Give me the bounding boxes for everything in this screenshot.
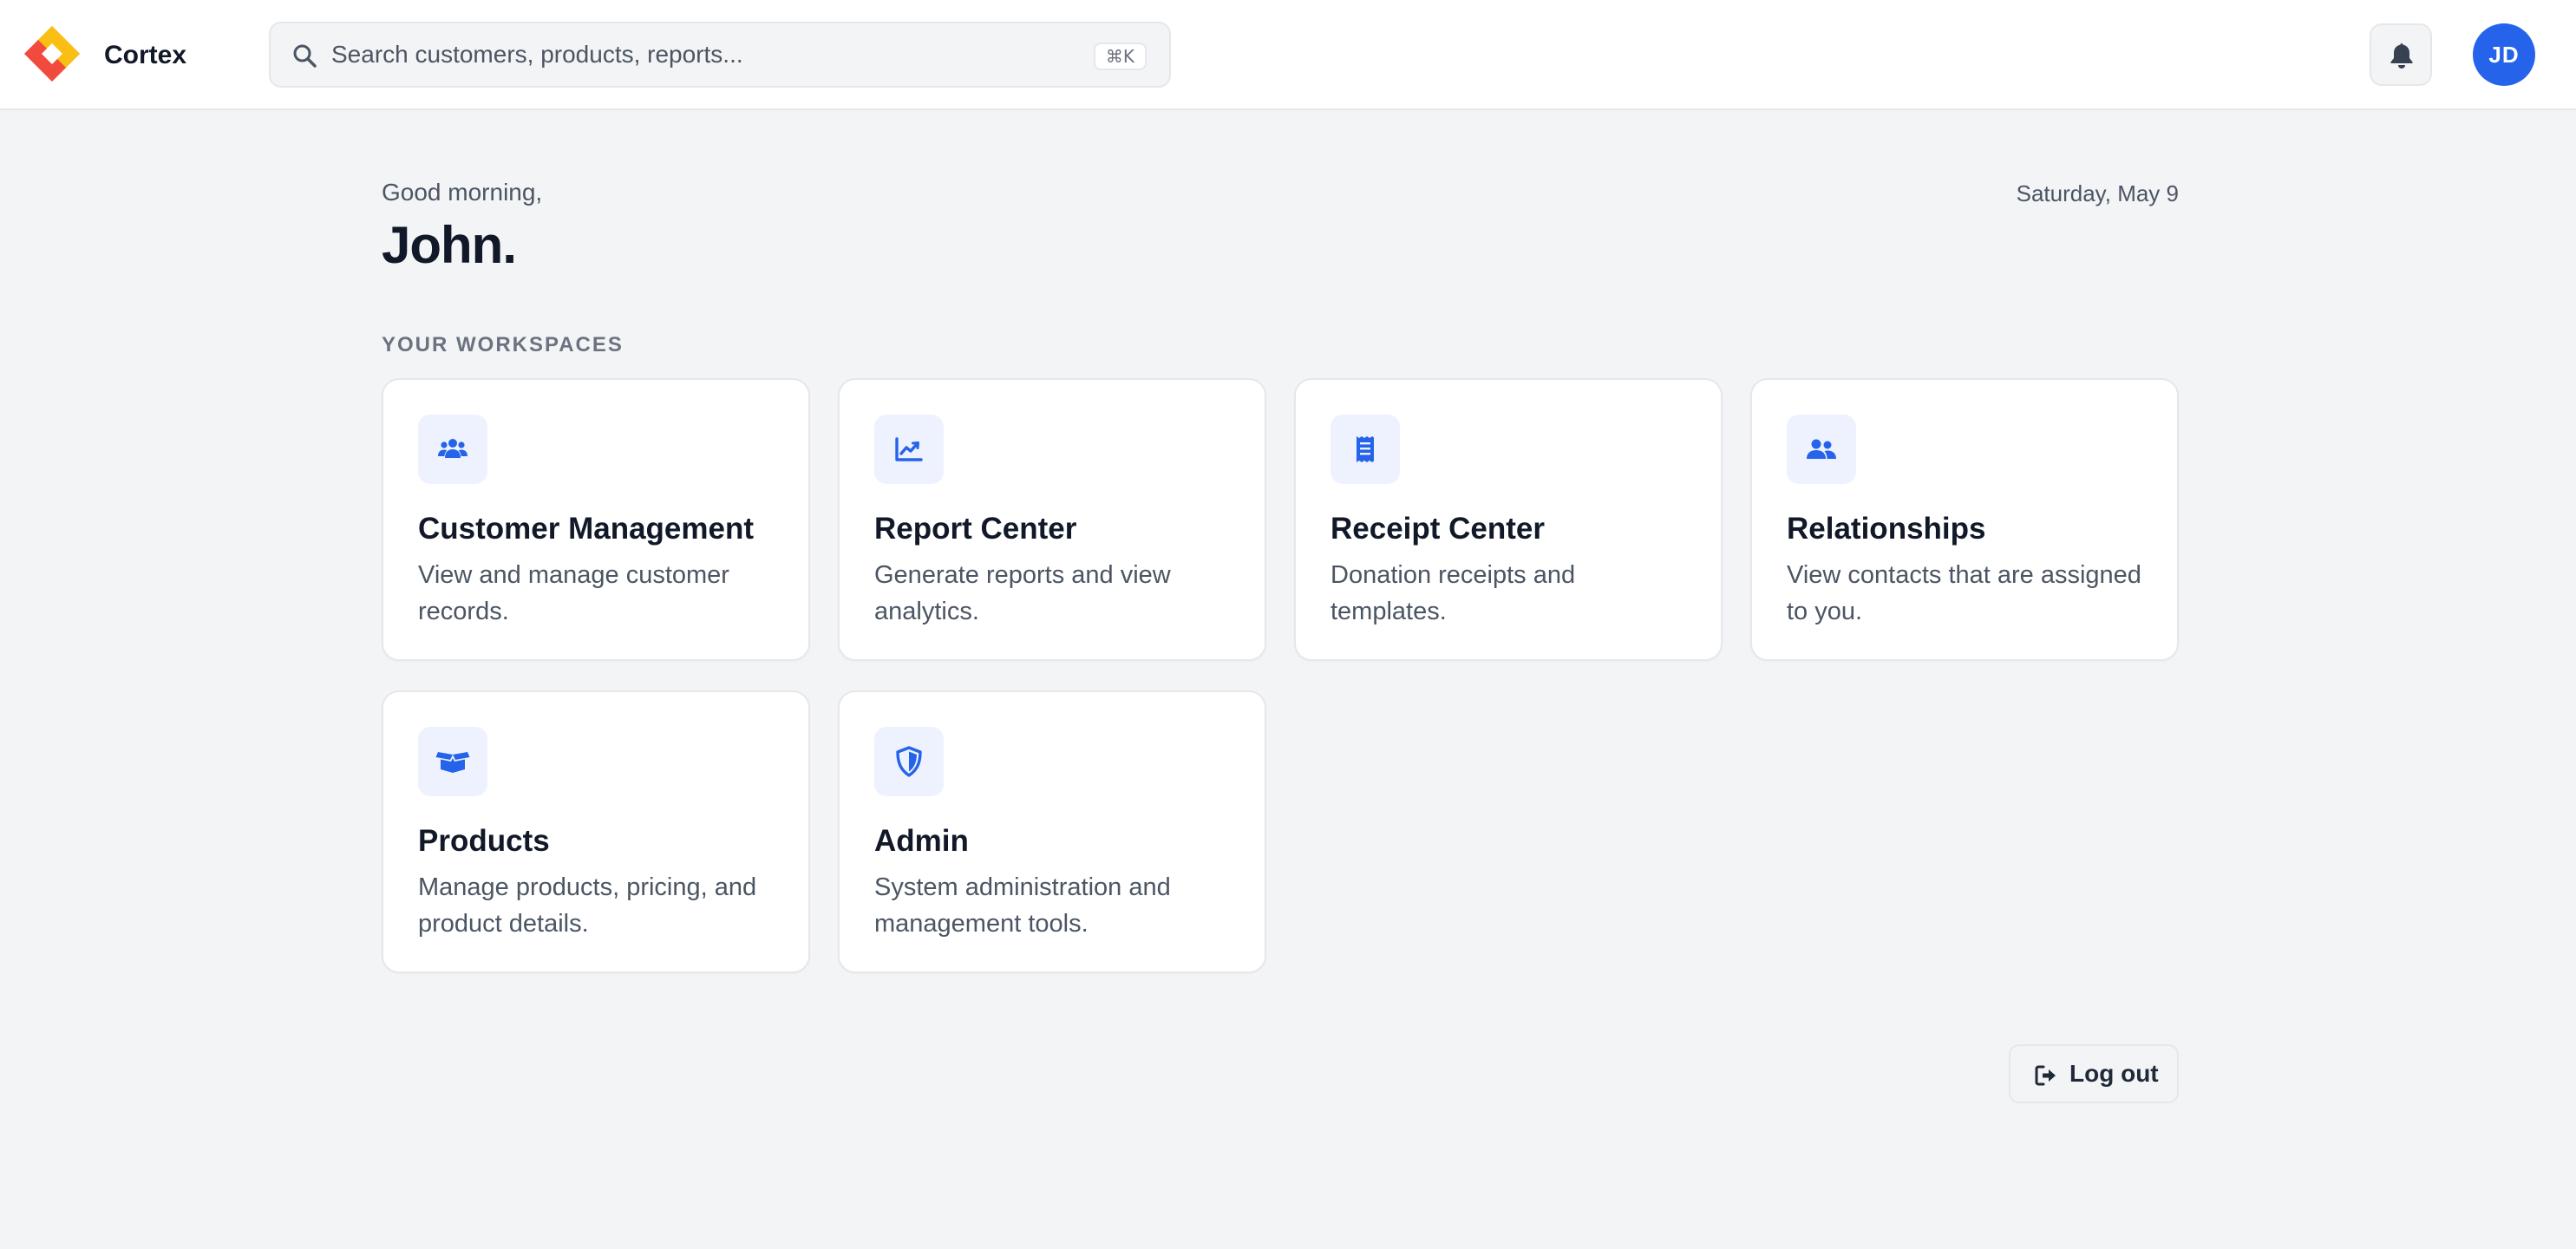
- workspace-card-receipt-center[interactable]: Receipt Center Donation receipts and tem…: [1294, 378, 1723, 661]
- user-name-heading: John.: [382, 216, 517, 274]
- card-title: Admin: [874, 824, 969, 858]
- receipt-icon: [1357, 436, 1374, 462]
- cortex-logo-icon[interactable]: [23, 24, 82, 83]
- notifications-button[interactable]: [2370, 23, 2432, 86]
- card-description: View contacts that are assigned to you.: [1787, 561, 2141, 625]
- logout-button[interactable]: Log out: [2009, 1044, 2179, 1103]
- bell-icon: [2390, 43, 2413, 69]
- card-title: Customer Management: [418, 512, 755, 546]
- sign-out-icon: [2035, 1065, 2056, 1086]
- workspace-card-admin[interactable]: Admin System administration and manageme…: [838, 690, 1266, 973]
- workspace-card-report-center[interactable]: Report Center Generate reports and view …: [838, 378, 1266, 661]
- workspace-card-customer-management[interactable]: Customer Management View and manage cust…: [382, 378, 810, 661]
- card-description: System administration and management too…: [874, 873, 1171, 938]
- users-icon: [438, 439, 467, 458]
- workspace-card-products[interactable]: Products Manage products, pricing, and p…: [382, 690, 810, 973]
- search-input[interactable]: [331, 23, 1069, 86]
- box-open-icon: [435, 752, 470, 773]
- card-title: Products: [418, 824, 550, 858]
- user-avatar[interactable]: JD: [2473, 23, 2535, 86]
- current-date: Saturday, May 9: [2016, 180, 2179, 206]
- card-description: Manage products, pricing, and product de…: [418, 873, 757, 938]
- brand-name: Cortex: [104, 41, 187, 69]
- card-title: Relationships: [1787, 512, 1986, 546]
- greeting-text: Good morning,: [382, 179, 543, 206]
- chart-line-icon: [895, 437, 923, 461]
- search-icon: [291, 43, 317, 69]
- card-description: Donation receipts and templates.: [1330, 561, 1576, 625]
- card-description: Generate reports and view analytics.: [874, 561, 1171, 625]
- shield-icon: [896, 746, 922, 777]
- logout-label: Log out: [2069, 1060, 2159, 1087]
- user-group-icon: [1807, 439, 1836, 459]
- workspace-card-relationships[interactable]: Relationships View contacts that are ass…: [1750, 378, 2179, 661]
- card-description: View and manage customer records.: [418, 561, 729, 625]
- top-navigation-bar: Cortex ⌘K JD: [0, 0, 2576, 110]
- search-shortcut-badge: ⌘K: [1093, 43, 1147, 70]
- card-title: Report Center: [874, 512, 1077, 546]
- card-title: Receipt Center: [1330, 512, 1546, 546]
- workspaces-section-label: YOUR WORKSPACES: [382, 333, 624, 356]
- global-search-bar[interactable]: ⌘K: [269, 22, 1171, 88]
